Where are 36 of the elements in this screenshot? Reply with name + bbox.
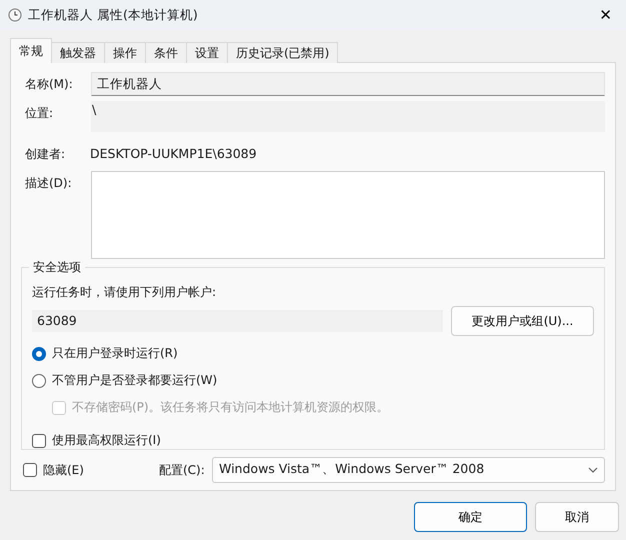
creator-value: DESKTOP-UUKMP1E\63089 [90, 145, 257, 163]
option-label: 使用最高权限运行(I) [52, 432, 161, 449]
clock-icon [8, 8, 22, 22]
cancel-button[interactable]: 取消 [535, 502, 619, 532]
option-label: 只在用户登录时运行(R) [52, 345, 178, 362]
chevron-icon [588, 466, 598, 473]
tab[interactable]: 触发器 [51, 42, 105, 63]
config-value: Windows Vista™、Windows Server™ 2008 [219, 461, 484, 478]
change-user-button[interactable]: 更改用户或组(U)... [451, 306, 594, 336]
tab[interactable]: 操作 [104, 42, 146, 63]
hidden-checkbox[interactable] [23, 462, 37, 477]
location-field: \ [91, 101, 605, 132]
field-label: 描述(D): [24, 174, 73, 192]
group-title: 安全选项 [29, 260, 85, 274]
name-field[interactable]: 工作机器人 [91, 72, 605, 96]
close-button[interactable]: ✕ [593, 4, 618, 26]
field-label: 创建者: [24, 146, 66, 162]
config-dropdown[interactable]: Windows Vista™、Windows Server™ 2008 [212, 456, 605, 483]
account-field: 63089 [32, 310, 443, 332]
option-label: 不管用户是否登录都要运行(W) [52, 372, 218, 389]
hidden-label: 隐藏(E) [43, 462, 85, 478]
account-prompt: 运行任务时，请使用下列用户帐户: [32, 284, 218, 300]
ok-button[interactable]: 确定 [414, 502, 527, 532]
field-label: 名称(M): [24, 76, 74, 92]
description-field[interactable] [91, 170, 605, 259]
radio-button[interactable] [32, 374, 46, 388]
config-label: 配置(C): [159, 462, 206, 478]
tab[interactable]: 条件 [145, 42, 187, 63]
checkbox[interactable] [32, 434, 46, 448]
tab[interactable]: 历史记录(已禁用) [227, 42, 338, 63]
field-label: 位置: [24, 105, 54, 122]
radio-button[interactable] [32, 346, 46, 361]
tab[interactable]: 设置 [186, 42, 228, 63]
option-label: 不存储密码(P)。该任务将只有访问本地计算机资源的权限。 [72, 399, 389, 416]
window-title: 工作机器人 属性(本地计算机) [28, 6, 198, 24]
tab[interactable]: 常规 [10, 38, 52, 63]
